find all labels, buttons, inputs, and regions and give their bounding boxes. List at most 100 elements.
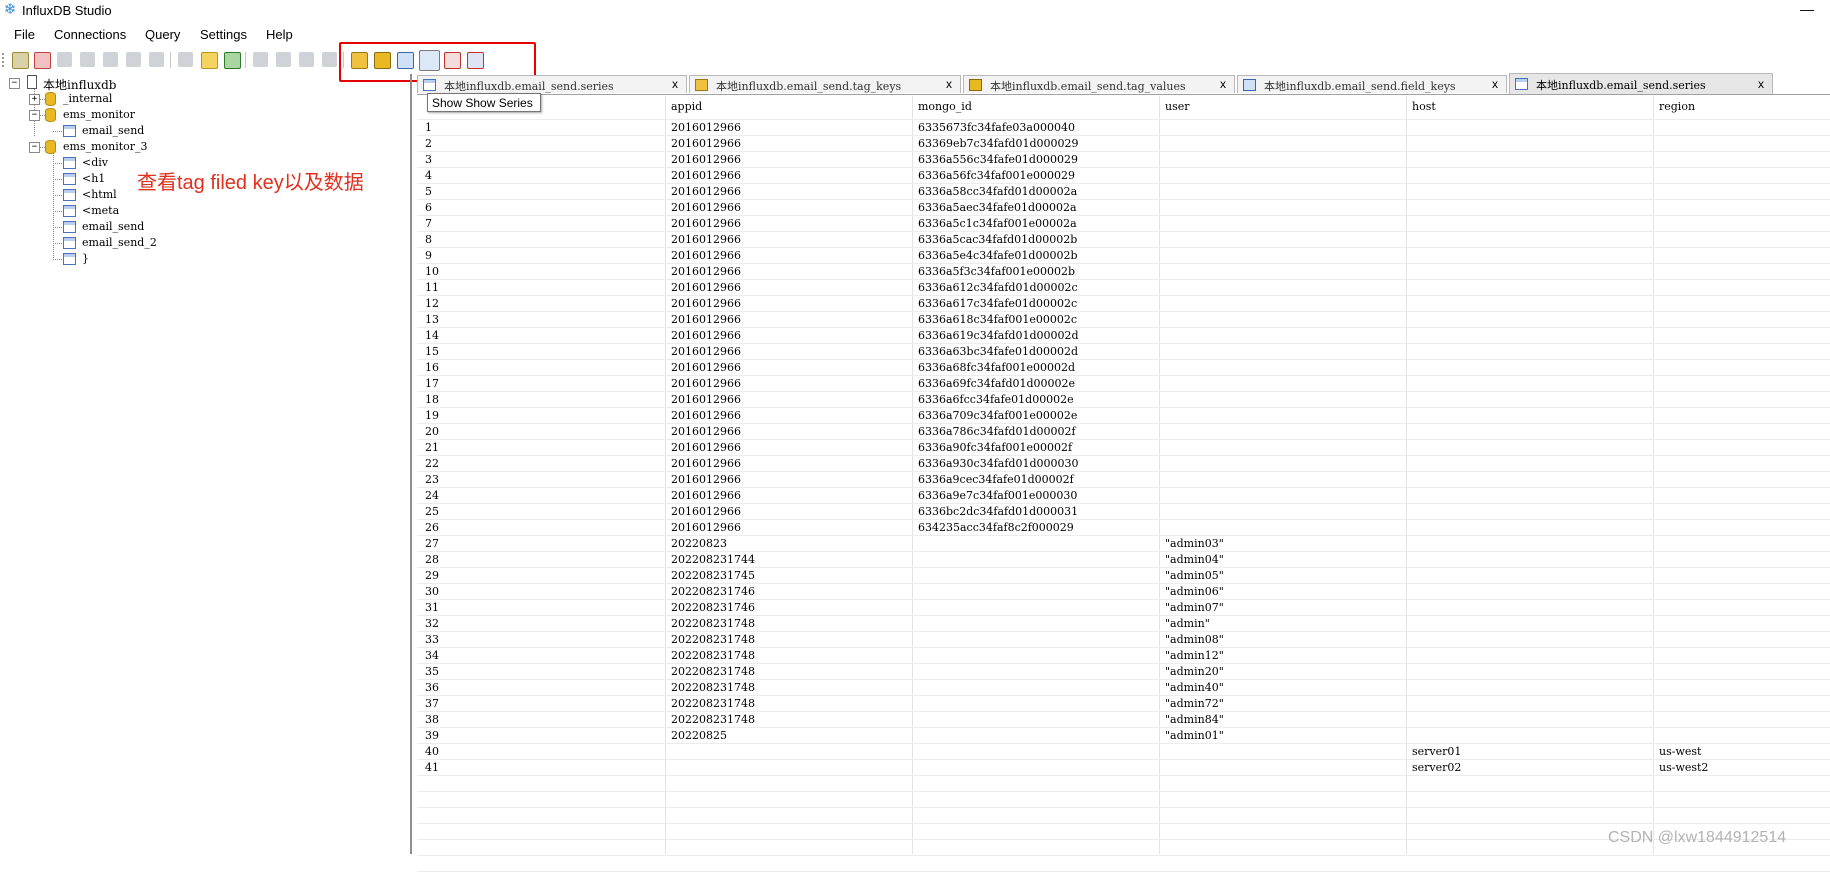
tree-node-database[interactable]: ems_monitor_3 (63, 140, 148, 153)
grid-cell[interactable]: 2016012966 (671, 312, 741, 328)
row-index[interactable]: 37 (425, 696, 439, 712)
row-index[interactable]: 29 (425, 568, 439, 584)
grid-cell[interactable]: 6336a617c34fafe01d00002c (918, 296, 1077, 312)
tree-node-measurement[interactable]: <div (82, 156, 108, 169)
tab-tag-values[interactable]: 本地influxdb.email_send.tag_values x (963, 75, 1235, 93)
grid-cell[interactable]: 6336a5aec34fafe01d00002a (918, 200, 1077, 216)
run-query-icon[interactable] (224, 52, 241, 69)
grid-cell[interactable]: 202208231744 (671, 552, 755, 568)
grid-cell[interactable]: "admin01" (1165, 728, 1224, 744)
grid-cell[interactable]: "admin08" (1165, 632, 1224, 648)
row-index[interactable]: 18 (425, 392, 439, 408)
menu-connections[interactable]: Connections (54, 27, 126, 42)
results-grid[interactable]: appid mongo_id user host region 1 2016012… (417, 96, 1830, 872)
grid-cell[interactable]: 2016012966 (671, 248, 741, 264)
grid-cell[interactable]: 2016012966 (671, 152, 741, 168)
tree-node-measurement[interactable]: <h1 (82, 172, 105, 185)
grid-cell[interactable]: 2016012966 (671, 472, 741, 488)
row-index[interactable]: 15 (425, 344, 439, 360)
grid-cell[interactable]: 2016012966 (671, 264, 741, 280)
grid-cell[interactable]: 2016012966 (671, 392, 741, 408)
menu-file[interactable]: File (14, 27, 35, 42)
grid-cell[interactable]: 2016012966 (671, 184, 741, 200)
grid-cell[interactable]: 6336a556c34fafe01d000029 (918, 152, 1078, 168)
close-tab-button[interactable]: x (672, 77, 678, 91)
reload-icon[interactable] (178, 52, 193, 67)
row-index[interactable]: 36 (425, 680, 439, 696)
tree-node-measurement[interactable]: <html (82, 188, 117, 201)
grid-cell[interactable]: 202208231748 (671, 712, 755, 728)
tree-node-database[interactable]: _internal (63, 92, 112, 105)
row-index[interactable]: 4 (425, 168, 432, 184)
grid-cell[interactable]: "admin05" (1165, 568, 1224, 584)
grid-cell[interactable]: 202208231746 (671, 584, 755, 600)
grid-cell[interactable]: 6336a618c34faf001e00002c (918, 312, 1077, 328)
grid-cell[interactable]: "admin" (1165, 616, 1210, 632)
grid-cell[interactable]: 2016012966 (671, 120, 741, 136)
row-index[interactable]: 26 (425, 520, 439, 536)
row-index[interactable]: 3 (425, 152, 432, 168)
grid-cell[interactable]: 2016012966 (671, 408, 741, 424)
row-index[interactable]: 31 (425, 600, 439, 616)
grid-cell[interactable]: 20220823 (671, 536, 727, 552)
grid-cell[interactable]: 6336a5f3c34faf001e00002b (918, 264, 1075, 280)
column-header-appid[interactable]: appid (665, 96, 702, 118)
grid-cell[interactable]: 2016012966 (671, 456, 741, 472)
menu-help[interactable]: Help (266, 27, 293, 42)
row-index[interactable]: 5 (425, 184, 432, 200)
grid-cell[interactable]: 202208231746 (671, 600, 755, 616)
grid-cell[interactable]: 6336a5e4c34fafe01d00002b (918, 248, 1078, 264)
grid-cell[interactable]: server02 (1412, 760, 1461, 776)
toolbar-grip[interactable] (2, 53, 6, 67)
row-index[interactable]: 25 (425, 504, 439, 520)
grid-cell[interactable]: 202208231748 (671, 696, 755, 712)
grid-cell[interactable]: 6336a5c1c34faf001e00002a (918, 216, 1077, 232)
grid-cell[interactable]: 6336a6fcc34fafe01d00002e (918, 392, 1074, 408)
row-index[interactable]: 17 (425, 376, 439, 392)
row-index[interactable]: 9 (425, 248, 432, 264)
grid-cell[interactable]: 2016012966 (671, 216, 741, 232)
copy-icon[interactable] (253, 52, 268, 67)
tree-node-connection[interactable]: 本地influxdb (43, 76, 116, 93)
grid-cell[interactable]: 2016012966 (671, 328, 741, 344)
grid-cell[interactable]: 2016012966 (671, 344, 741, 360)
tree-node-measurement[interactable]: } (82, 252, 89, 265)
row-index[interactable]: 19 (425, 408, 439, 424)
grid-cell[interactable]: 6336a56fc34faf001e000029 (918, 168, 1075, 184)
grid-cell[interactable]: "admin07" (1165, 600, 1224, 616)
row-index[interactable]: 1 (425, 120, 432, 136)
diagnostics-icon[interactable] (126, 52, 141, 67)
grid-cell[interactable]: us-west (1659, 744, 1701, 760)
column-header-region[interactable]: region (1653, 96, 1695, 118)
row-index[interactable]: 21 (425, 440, 439, 456)
grid-cell[interactable]: 2016012966 (671, 232, 741, 248)
grid-cell[interactable]: "admin06" (1165, 584, 1224, 600)
grid-cell[interactable]: 2016012966 (671, 424, 741, 440)
row-index[interactable]: 38 (425, 712, 439, 728)
grid-cell[interactable]: 202208231748 (671, 616, 755, 632)
tab-field-keys[interactable]: 本地influxdb.email_send.field_keys x (1237, 75, 1507, 93)
row-index[interactable]: 8 (425, 232, 432, 248)
row-index[interactable]: 41 (425, 760, 439, 776)
row-index[interactable]: 22 (425, 456, 439, 472)
row-index[interactable]: 24 (425, 488, 439, 504)
grid-cell[interactable]: "admin03" (1165, 536, 1224, 552)
row-index[interactable]: 14 (425, 328, 439, 344)
collapse-icon[interactable]: − (29, 110, 40, 121)
grid-cell[interactable]: 2016012966 (671, 504, 741, 520)
grid-cell[interactable]: server01 (1412, 744, 1461, 760)
row-index[interactable]: 32 (425, 616, 439, 632)
grid-cell[interactable]: "admin04" (1165, 552, 1224, 568)
close-tab-icon[interactable] (322, 52, 337, 67)
row-index[interactable]: 12 (425, 296, 439, 312)
tab-tag-keys[interactable]: 本地influxdb.email_send.tag_keys x (689, 75, 961, 93)
grid-cell[interactable]: 20220825 (671, 728, 727, 744)
row-index[interactable]: 7 (425, 216, 432, 232)
tab-series[interactable]: 本地influxdb.email_send.series x (417, 75, 687, 93)
row-index[interactable]: 40 (425, 744, 439, 760)
row-index[interactable]: 13 (425, 312, 439, 328)
grid-cell[interactable]: "admin40" (1165, 680, 1224, 696)
close-tab-button[interactable]: x (1220, 77, 1226, 91)
grid-cell[interactable]: 202208231748 (671, 632, 755, 648)
row-index[interactable]: 20 (425, 424, 439, 440)
